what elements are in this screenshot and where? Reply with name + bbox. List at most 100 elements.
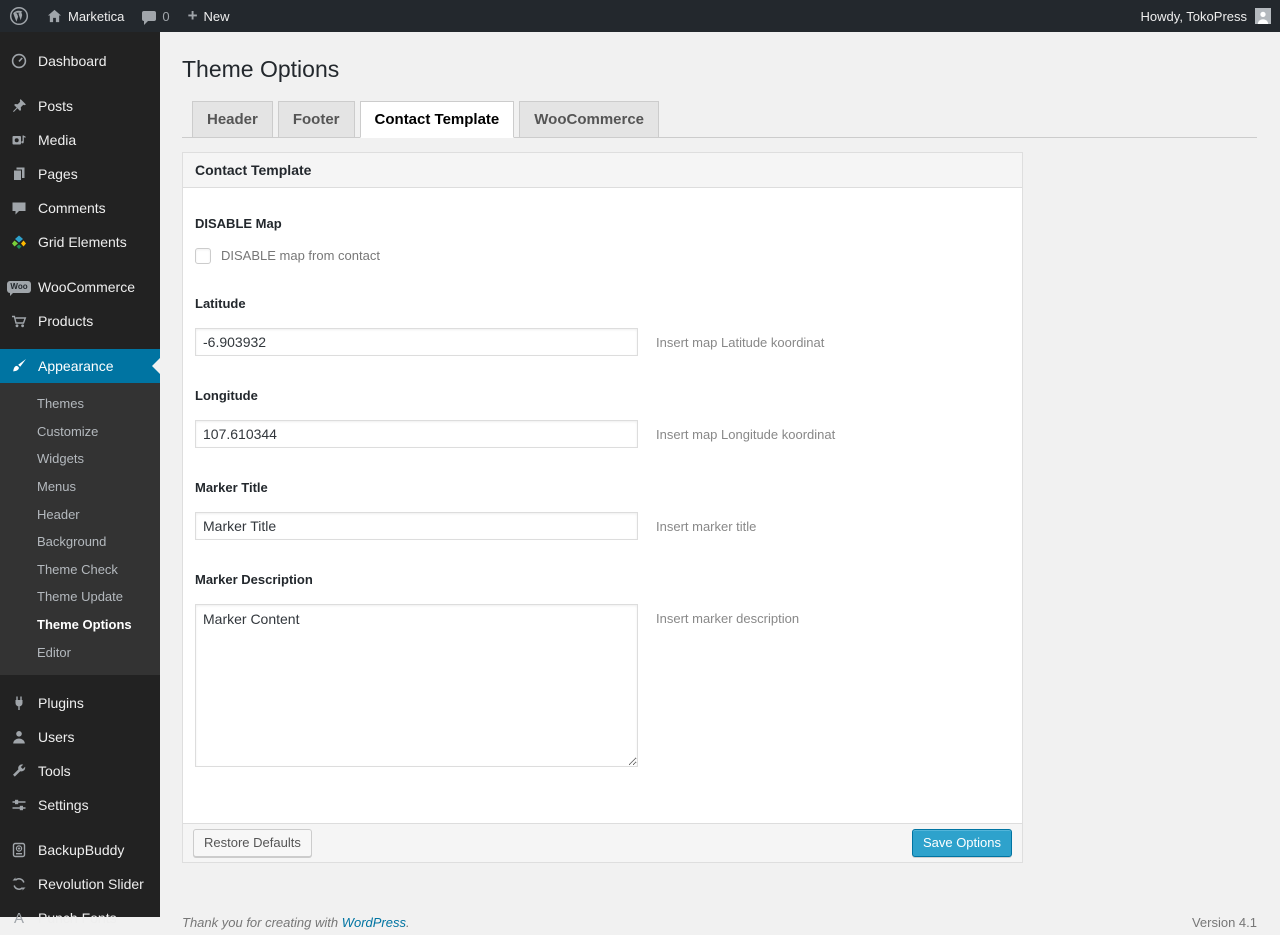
field-longitude: Longitude Insert map Longitude koordinat — [195, 388, 1010, 448]
sidebar-item-label: BackupBuddy — [38, 842, 125, 859]
sidebar-item-woocommerce[interactable]: Woo WooCommerce — [0, 270, 160, 304]
field-hint: Insert map Longitude koordinat — [656, 426, 836, 442]
sidebar-item-label: Settings — [38, 797, 89, 814]
field-label: DISABLE Map — [195, 215, 282, 231]
user-icon — [9, 729, 29, 745]
comments-menu[interactable]: 0 — [133, 0, 178, 32]
sidebar-item-label: Grid Elements — [38, 234, 127, 250]
submenu-item-editor[interactable]: Editor — [0, 639, 160, 667]
submenu-item-customize[interactable]: Customize — [0, 418, 160, 446]
submenu-item-header[interactable]: Header — [0, 501, 160, 529]
sidebar-item-comments[interactable]: Comments — [0, 191, 160, 225]
field-hint: Insert marker title — [656, 518, 757, 534]
admin-sidebar: Dashboard Posts Media Pages Comments Gri… — [0, 32, 160, 926]
sidebar-item-dashboard[interactable]: Dashboard — [0, 44, 160, 78]
sidebar-item-tools[interactable]: Tools — [0, 754, 160, 788]
sidebar-item-media[interactable]: Media — [0, 123, 160, 157]
admin-bar: Marketica 0 + New Howdy, TokoPress — [0, 0, 1280, 32]
new-label: New — [203, 8, 230, 24]
panel-body: DISABLE Map DISABLE map from contact Lat… — [183, 188, 1022, 823]
sidebar-item-appearance[interactable]: Appearance — [0, 349, 160, 383]
sidebar-item-pages[interactable]: Pages — [0, 157, 160, 191]
submenu-item-theme-check[interactable]: Theme Check — [0, 556, 160, 584]
marker-title-input[interactable] — [195, 511, 638, 540]
footer-thanks-text: Thank you for creating with WordPress. — [182, 914, 410, 930]
field-label: Marker Description — [195, 571, 313, 587]
appearance-brush-icon — [9, 358, 29, 374]
sidebar-item-backupbuddy[interactable]: BackupBuddy — [0, 833, 160, 867]
wp-logo-menu[interactable] — [0, 0, 38, 32]
comments-count: 0 — [162, 8, 170, 24]
plus-icon: + — [187, 5, 198, 25]
longitude-input[interactable] — [195, 419, 638, 448]
tab-woocommerce[interactable]: WooCommerce — [519, 100, 660, 138]
sidebar-item-plugins[interactable]: Plugins — [0, 686, 160, 720]
page-footer: Thank you for creating with WordPress. V… — [182, 915, 1257, 930]
field-label: Marker Title — [195, 479, 268, 495]
latitude-input[interactable] — [195, 327, 638, 356]
panel-title: Contact Template — [183, 152, 1022, 188]
sidebar-item-label: Tools — [38, 763, 71, 780]
account-menu[interactable]: Howdy, TokoPress — [1132, 0, 1280, 32]
field-label: Longitude — [195, 387, 258, 403]
appearance-submenu: Themes Customize Widgets Menus Header Ba… — [0, 383, 160, 676]
woocommerce-icon: Woo — [7, 281, 31, 296]
avatar — [1255, 8, 1271, 24]
sidebar-item-users[interactable]: Users — [0, 720, 160, 754]
submenu-item-widgets[interactable]: Widgets — [0, 445, 160, 473]
sidebar-item-label: Users — [38, 729, 75, 746]
field-label: Latitude — [195, 295, 246, 311]
sidebar-item-posts[interactable]: Posts — [0, 89, 160, 123]
sidebar-item-label: Media — [38, 132, 77, 148]
tab-contact-template[interactable]: Contact Template — [359, 100, 515, 138]
save-options-button[interactable]: Save Options — [911, 828, 1012, 857]
site-name: Marketica — [68, 8, 125, 24]
field-hint: Insert marker description — [656, 610, 800, 626]
submenu-item-theme-update[interactable]: Theme Update — [0, 583, 160, 611]
sidebar-item-revolution-slider[interactable]: Revolution Slider — [0, 867, 160, 901]
submenu-item-themes[interactable]: Themes — [0, 390, 160, 418]
version-text: Version 4.1 — [1191, 914, 1257, 930]
backupbuddy-icon — [9, 842, 29, 858]
pages-icon — [9, 166, 29, 182]
marker-description-textarea[interactable]: Marker Content — [195, 603, 638, 767]
submenu-item-background[interactable]: Background — [0, 528, 160, 556]
disable-map-checkbox[interactable] — [195, 247, 211, 264]
sidebar-item-punch-fonts[interactable]: A Punch Fonts — [0, 901, 160, 935]
sidebar-item-grid-elements[interactable]: Grid Elements — [0, 225, 160, 259]
sidebar-item-products[interactable]: Products — [0, 304, 160, 338]
wordpress-link[interactable]: WordPress — [342, 915, 406, 930]
sidebar-item-label: Products — [38, 313, 94, 329]
field-latitude: Latitude Insert map Latitude koordinat — [195, 296, 1010, 356]
plugin-icon — [9, 695, 29, 711]
panel-footer: Restore Defaults Save Options — [183, 822, 1022, 862]
restore-defaults-button[interactable]: Restore Defaults — [193, 828, 312, 857]
submenu-item-theme-options[interactable]: Theme Options — [0, 611, 160, 639]
refresh-arrows-icon — [9, 876, 29, 892]
sidebar-item-label: Posts — [38, 98, 74, 114]
contact-template-panel: Contact Template DISABLE Map DISABLE map… — [182, 151, 1023, 863]
submenu-item-menus[interactable]: Menus — [0, 473, 160, 501]
field-marker-title: Marker Title Insert marker title — [195, 480, 1010, 540]
sidebar-item-label: Pages — [38, 166, 78, 182]
sidebar-item-label: Dashboard — [38, 53, 107, 69]
pushpin-icon — [9, 98, 29, 114]
comments-icon — [9, 200, 29, 216]
wrench-icon — [9, 763, 29, 779]
grid-elements-icon — [9, 234, 29, 250]
site-menu[interactable]: Marketica — [38, 0, 133, 32]
settings-sliders-icon — [9, 797, 29, 813]
field-marker-description: Marker Description Marker Content Insert… — [195, 572, 1010, 767]
media-icon — [9, 132, 29, 148]
tab-footer[interactable]: Footer — [277, 100, 355, 138]
checkbox-label[interactable]: DISABLE map from contact — [221, 248, 380, 263]
tab-header[interactable]: Header — [192, 100, 273, 138]
dashboard-icon — [9, 53, 29, 69]
howdy-text: Howdy, TokoPress — [1140, 8, 1247, 24]
new-content-menu[interactable]: + New — [179, 0, 239, 32]
sidebar-item-label: Comments — [38, 200, 106, 216]
sidebar-item-label: Punch Fonts — [38, 910, 117, 927]
sidebar-item-settings[interactable]: Settings — [0, 788, 160, 822]
current-menu-arrow — [152, 358, 160, 374]
tab-bar: Header Footer Contact Template WooCommer… — [182, 100, 1257, 138]
